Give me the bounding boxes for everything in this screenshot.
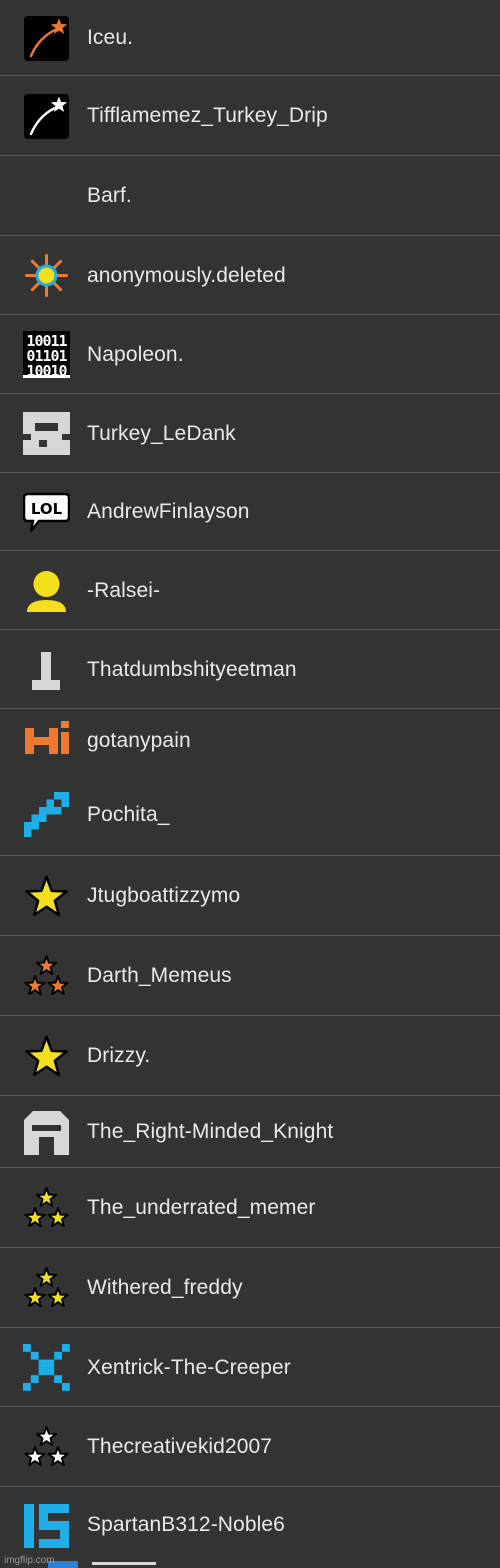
username-label: The_Right-Minded_Knight xyxy=(87,1120,334,1143)
user-row[interactable]: Pochita_ xyxy=(0,773,500,856)
gray-pillar-icon xyxy=(23,646,70,693)
watermark: imgflip.com xyxy=(4,1555,55,1566)
orange-hi-icon xyxy=(23,718,70,765)
user-row[interactable]: Xentrick-The-Creeper xyxy=(0,1328,500,1407)
user-row[interactable]: Turkey_LeDank xyxy=(0,394,500,473)
blue-pixel-diagonal-icon xyxy=(23,791,70,838)
username-label: Pochita_ xyxy=(87,802,170,826)
user-row[interactable]: The_underrated_memer xyxy=(0,1168,500,1248)
username-label: Iceu. xyxy=(87,26,134,49)
user-row[interactable]: SpartanB312-Noble6 xyxy=(0,1487,500,1563)
blue-pixel-x-icon xyxy=(23,1344,70,1391)
user-row[interactable]: anonymously.deleted xyxy=(0,236,500,315)
orange-shooting-star-icon xyxy=(23,15,70,62)
username-label: -Ralsei- xyxy=(87,578,161,602)
username-label: Darth_Memeus xyxy=(87,964,232,987)
username-label: Drizzy. xyxy=(87,1044,151,1067)
username-label: Tifflamemez_Turkey_Drip xyxy=(87,104,328,127)
knight-helmet-icon xyxy=(23,1109,70,1156)
user-row[interactable]: 10011 01101 10010 Napoleon. xyxy=(0,315,500,394)
username-label: Thatdumbshityeetman xyxy=(87,657,297,681)
user-row[interactable]: Tifflamemez_Turkey_Drip xyxy=(0,76,500,156)
user-row[interactable]: gotanypain xyxy=(0,709,500,773)
svg-text:LOL: LOL xyxy=(31,500,63,518)
username-label: Napoleon. xyxy=(87,342,184,366)
user-row[interactable]: Iceu. xyxy=(0,0,500,76)
username-label: Thecreativekid2007 xyxy=(87,1435,273,1458)
three-yellow-stars-icon xyxy=(23,1265,70,1312)
user-row[interactable]: Thecreativekid2007 xyxy=(0,1407,500,1487)
username-label: The_underrated_memer xyxy=(87,1196,316,1219)
three-orange-stars-icon xyxy=(23,953,70,1000)
partial-row xyxy=(0,1561,500,1568)
gray-block-face-icon xyxy=(23,410,70,457)
none xyxy=(23,173,70,220)
yellow-star-icon xyxy=(23,873,70,920)
user-row[interactable]: Darth_Memeus xyxy=(0,936,500,1016)
username-label: Jtugboattizzymo xyxy=(87,884,241,907)
blue-15-icon xyxy=(23,1502,70,1549)
user-row[interactable]: Withered_freddy xyxy=(0,1248,500,1328)
three-white-stars-icon xyxy=(23,1424,70,1471)
username-label: Xentrick-The-Creeper xyxy=(87,1355,291,1379)
user-row[interactable]: Thatdumbshityeetman xyxy=(0,630,500,709)
username-label: Barf. xyxy=(87,184,132,207)
binary-code-icon: 10011 01101 10010 xyxy=(23,331,70,378)
white-shooting-star-icon xyxy=(23,93,70,140)
user-row[interactable]: Jtugboattizzymo xyxy=(0,856,500,936)
sun-icon xyxy=(23,252,70,299)
username-label: gotanypain xyxy=(87,729,191,752)
lol-speech-bubble-icon: LOL xyxy=(23,489,70,536)
yellow-person-icon xyxy=(23,567,70,614)
three-yellow-stars-icon xyxy=(23,1185,70,1232)
user-row[interactable]: Barf. xyxy=(0,156,500,236)
username-label: AndrewFinlayson xyxy=(87,500,250,523)
username-label: SpartanB312-Noble6 xyxy=(87,1513,285,1536)
username-label: Turkey_LeDank xyxy=(87,421,236,445)
user-row[interactable]: -Ralsei- xyxy=(0,551,500,630)
user-row[interactable]: The_Right-Minded_Knight xyxy=(0,1096,500,1168)
username-label: Withered_freddy xyxy=(87,1276,243,1299)
user-row[interactable]: Drizzy. xyxy=(0,1016,500,1096)
username-label: anonymously.deleted xyxy=(87,263,286,287)
user-row[interactable]: LOL AndrewFinlayson xyxy=(0,473,500,551)
yellow-star-icon xyxy=(23,1033,70,1080)
